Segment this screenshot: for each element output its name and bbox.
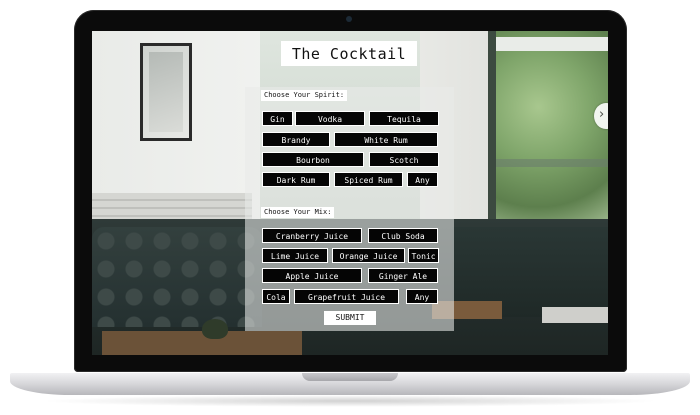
mix-option-tonic[interactable]: Tonic (408, 248, 439, 263)
spirit-option-white-rum[interactable]: White Rum (334, 132, 438, 147)
mix-option-lime-juice[interactable]: Lime Juice (262, 248, 328, 263)
laptop-shadow (40, 395, 660, 407)
submit-button[interactable]: SUBMIT (324, 311, 376, 325)
wall-frame (140, 43, 192, 141)
mix-option-apple-juice[interactable]: Apple Juice (262, 268, 362, 283)
spirit-option-gin[interactable]: Gin (262, 111, 293, 126)
mix-option-ginger-ale[interactable]: Ginger Ale (368, 268, 438, 283)
spirit-option-spiced-rum[interactable]: Spiced Rum (334, 172, 403, 187)
mix-option-cola[interactable]: Cola (262, 289, 290, 304)
mix-option-grapefruit-juice[interactable]: Grapefruit Juice (294, 289, 399, 304)
spirit-option-scotch[interactable]: Scotch (369, 152, 439, 167)
webcam-icon (346, 16, 352, 22)
window-frame (488, 31, 608, 221)
spirit-option-brandy[interactable]: Brandy (262, 132, 330, 147)
laptop-notch (302, 373, 398, 381)
mix-option-orange-juice[interactable]: Orange Juice (332, 248, 405, 263)
mix-option-cranberry-juice[interactable]: Cranberry Juice (262, 228, 362, 243)
table-far (542, 307, 608, 323)
page-title: The Cocktail (281, 41, 417, 66)
mix-label: Choose Your Mix: (261, 207, 335, 218)
plant-icon (202, 319, 228, 339)
table-left (102, 331, 302, 355)
mix-option-club-soda[interactable]: Club Soda (368, 228, 438, 243)
laptop-screen: › The Cocktail Choose Your Spirit: Gin V… (92, 31, 608, 355)
spirit-option-dark-rum[interactable]: Dark Rum (262, 172, 330, 187)
spirit-option-tequila[interactable]: Tequila (369, 111, 439, 126)
spirit-option-vodka[interactable]: Vodka (295, 111, 365, 126)
spirit-label: Choose Your Spirit: (261, 90, 348, 101)
mix-option-any[interactable]: Any (406, 289, 438, 304)
tufted-seat (92, 227, 262, 327)
spirit-option-bourbon[interactable]: Bourbon (262, 152, 364, 167)
spirit-option-any[interactable]: Any (407, 172, 438, 187)
